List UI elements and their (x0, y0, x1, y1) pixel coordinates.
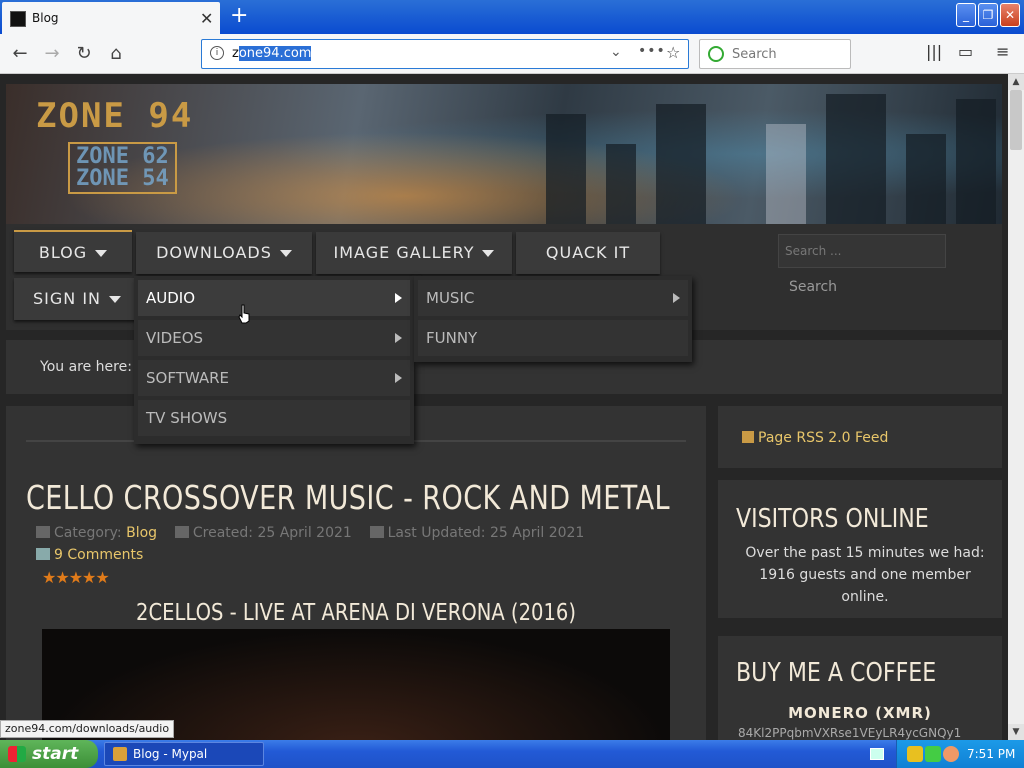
caret-down-icon (95, 250, 108, 257)
window-close-button[interactable]: ✕ (1000, 3, 1020, 27)
visitors-panel: VISITORS ONLINE Over the past 15 minutes… (718, 480, 1002, 618)
caret-down-icon (482, 250, 495, 257)
start-button[interactable]: start (0, 740, 98, 768)
visitors-text: Over the past 15 minutes we had: 1916 gu… (745, 545, 985, 605)
url-bar[interactable]: i zone94.com ⌄ ••• ☆ (201, 39, 689, 69)
article-meta: Category: Blog Created: 25 April 2021 La… (36, 525, 584, 541)
reload-icon[interactable]: ↻ (70, 40, 98, 68)
shield-icon[interactable] (907, 746, 923, 762)
site-search-input[interactable]: Search ... (778, 234, 946, 268)
network-icon[interactable] (925, 746, 941, 762)
hand-cursor-icon (238, 304, 250, 324)
back-icon[interactable]: ← (6, 40, 34, 68)
dropdown-item-videos[interactable]: VIDEOS (138, 320, 410, 356)
caret-down-icon (279, 250, 292, 257)
comment-icon (36, 548, 50, 560)
video-title: 2CELLOS - LIVE AT ARENA DI VERONA (2016) (136, 600, 576, 626)
dropdown-item-tv-shows[interactable]: TV SHOWS (138, 400, 410, 436)
breadcrumb-label: You are here: (40, 359, 132, 375)
site-banner: ZONE 94 ZONE 62 ZONE 54 (6, 84, 1002, 224)
comments-link[interactable]: 9 Comments (36, 547, 143, 563)
site-logo[interactable]: ZONE 94 (36, 96, 193, 136)
folder-icon (36, 526, 50, 538)
chevron-right-icon (395, 333, 402, 343)
browser-tab[interactable]: Blog ✕ (2, 2, 220, 34)
search-placeholder: Search (732, 47, 777, 62)
taskbar: start Blog - Mypal 7:51 PM (0, 740, 1024, 768)
menu-item-blog[interactable]: BLOG (14, 230, 132, 272)
windows-logo-icon (8, 746, 26, 762)
new-tab-icon[interactable]: + (230, 3, 248, 28)
page-scrollbar[interactable]: ▲ ▼ (1008, 74, 1024, 740)
search-engine-icon (708, 46, 724, 62)
site-search-button[interactable]: Search (778, 272, 848, 302)
tab-title: Blog (32, 11, 59, 25)
web-page: ZONE 94 ZONE 62 ZONE 54 BLOG DOWNLOADS IM… (0, 74, 1008, 740)
browser-app-icon (113, 747, 127, 761)
site-logo-sub: ZONE 62 ZONE 54 (68, 142, 177, 194)
chevron-right-icon (395, 373, 402, 383)
created-date: Created: 25 April 2021 (192, 525, 352, 541)
browser-search-input[interactable]: Search (699, 39, 851, 69)
tab-close-icon[interactable]: ✕ (200, 9, 213, 28)
scroll-up-icon[interactable]: ▲ (1008, 74, 1024, 90)
submenu-item-funny[interactable]: FUNNY (418, 320, 688, 356)
calendar-icon (369, 526, 384, 538)
coffee-title: BUY ME A COFFEE (736, 658, 937, 688)
menu-item-sign-in[interactable]: SIGN IN (14, 278, 140, 320)
category-link[interactable]: Blog (126, 525, 157, 541)
url-dropdown-icon[interactable]: ⌄ (610, 44, 622, 60)
minimize-button[interactable]: _ (956, 3, 976, 27)
taskbar-item-browser[interactable]: Blog - Mypal (104, 742, 264, 766)
forward-icon[interactable]: → (38, 40, 66, 68)
visitors-title: VISITORS ONLINE (736, 504, 929, 534)
updated-date: Last Updated: 25 April 2021 (387, 525, 585, 541)
article-title: CELLO CROSSOVER MUSIC - ROCK AND METAL (26, 478, 671, 517)
scroll-thumb[interactable] (1010, 90, 1022, 150)
library-icon[interactable]: ||| (926, 42, 942, 61)
home-icon[interactable]: ⌂ (102, 40, 130, 68)
coffee-panel: BUY ME A COFFEE MONERO (XMR) 84Kl2PPqbmV… (718, 636, 1002, 740)
bookmark-star-icon[interactable]: ☆ (666, 43, 680, 62)
calendar-icon (174, 526, 189, 538)
status-url: zone94.com/downloads/audio (0, 720, 175, 738)
system-tray: 7:51 PM (896, 740, 1024, 768)
submenu-item-music[interactable]: MUSIC (418, 280, 688, 316)
downloads-dropdown: AUDIO VIDEOS SOFTWARE TV SHOWS (134, 276, 414, 444)
monero-label: MONERO (XMR) (788, 704, 932, 722)
tab-strip: Blog ✕ + _ ❐ ✕ (0, 0, 1024, 34)
menu-item-downloads[interactable]: DOWNLOADS (136, 232, 312, 274)
rss-link[interactable]: Page RSS 2.0 Feed (742, 430, 888, 446)
keyboard-icon[interactable] (870, 748, 884, 760)
page-actions-icon[interactable]: ••• (638, 43, 666, 59)
rss-icon (742, 431, 754, 443)
tab-favicon-icon (10, 11, 26, 27)
scroll-down-icon[interactable]: ▼ (1008, 724, 1024, 740)
search-tray-icon[interactable] (943, 746, 959, 762)
caret-down-icon (109, 296, 121, 303)
monero-address: 84Kl2PPqbmVXRse1VEyLR4ycGNQy1 (738, 726, 962, 740)
menu-item-quack-it[interactable]: QUACK IT (516, 232, 660, 274)
rss-panel: Page RSS 2.0 Feed (718, 406, 1002, 468)
chevron-right-icon (673, 293, 680, 303)
chevron-right-icon (395, 293, 402, 303)
audio-submenu: MUSIC FUNNY (414, 276, 692, 362)
dropdown-item-audio[interactable]: AUDIO (138, 280, 410, 316)
navigation-toolbar: ← → ↻ ⌂ i zone94.com ⌄ ••• ☆ Search ||| … (0, 34, 1024, 74)
menu-item-image-gallery[interactable]: IMAGE GALLERY (316, 232, 512, 274)
dropdown-item-software[interactable]: SOFTWARE (138, 360, 410, 396)
sidebar-icon[interactable]: ▭ (958, 42, 973, 61)
article-panel: CELLO CROSSOVER MUSIC - ROCK AND METAL C… (6, 406, 706, 740)
site-info-icon[interactable]: i (210, 46, 224, 60)
restore-button[interactable]: ❐ (978, 3, 998, 27)
hamburger-menu-icon[interactable]: ≡ (996, 42, 1009, 61)
clock[interactable]: 7:51 PM (967, 747, 1015, 761)
rating-stars[interactable]: ★★★★★ (42, 568, 110, 587)
url-text[interactable]: zone94.com (232, 46, 312, 61)
